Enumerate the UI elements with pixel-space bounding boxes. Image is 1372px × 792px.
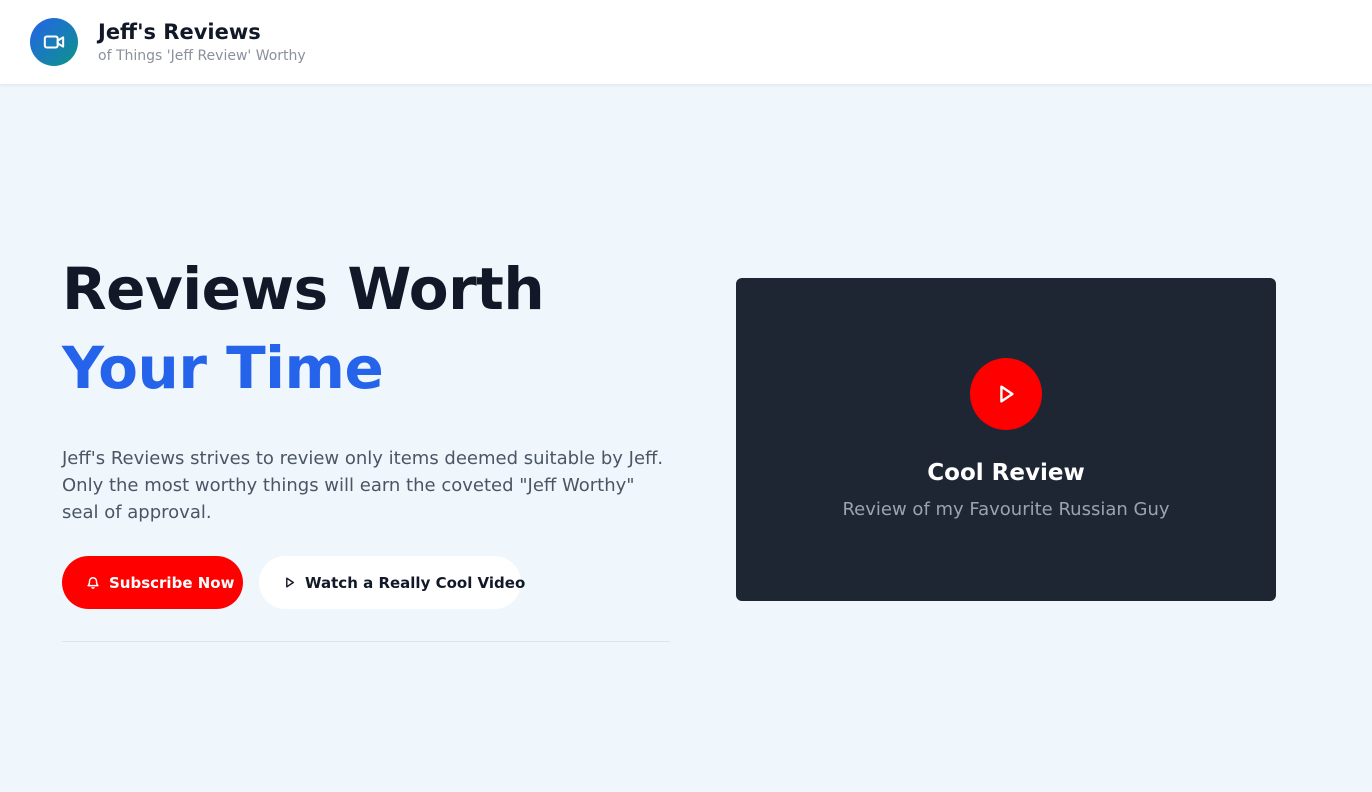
hero-divider bbox=[62, 641, 670, 642]
video-subtitle: Review of my Favourite Russian Guy bbox=[842, 499, 1170, 520]
video-title: Cool Review bbox=[927, 460, 1085, 486]
logo[interactable] bbox=[30, 18, 78, 66]
brand: Jeff's Reviews of Things 'Jeff Review' W… bbox=[98, 19, 306, 66]
hero-description: Jeff's Reviews strives to review only it… bbox=[62, 448, 664, 523]
video-camera-icon bbox=[43, 35, 65, 49]
watch-video-button[interactable]: Watch a Really Cool Video bbox=[259, 556, 525, 609]
site-title[interactable]: Jeff's Reviews bbox=[98, 19, 306, 45]
play-icon bbox=[1000, 385, 1014, 403]
subscribe-button[interactable]: Subscribe Now bbox=[62, 556, 243, 609]
watch-video-button-label: Watch a Really Cool Video bbox=[305, 573, 526, 592]
video-card[interactable]: Cool Review Review of my Favourite Russi… bbox=[736, 278, 1276, 601]
video-play-button[interactable] bbox=[970, 358, 1042, 430]
play-icon bbox=[283, 576, 296, 589]
hero-actions: Subscribe Now Watch a Really Cool Video bbox=[62, 556, 670, 609]
hero-headline-line-2: Your Time bbox=[62, 334, 384, 402]
bell-icon bbox=[86, 576, 100, 590]
subscribe-button-label: Subscribe Now bbox=[109, 573, 235, 592]
hero-section: Reviews Worth Your Time Jeff's Reviews s… bbox=[62, 250, 670, 642]
site-header: Jeff's Reviews of Things 'Jeff Review' W… bbox=[0, 0, 1372, 84]
site-tagline: of Things 'Jeff Review' Worthy bbox=[98, 47, 306, 64]
hero-headline-line-1: Reviews Worth bbox=[62, 255, 545, 323]
